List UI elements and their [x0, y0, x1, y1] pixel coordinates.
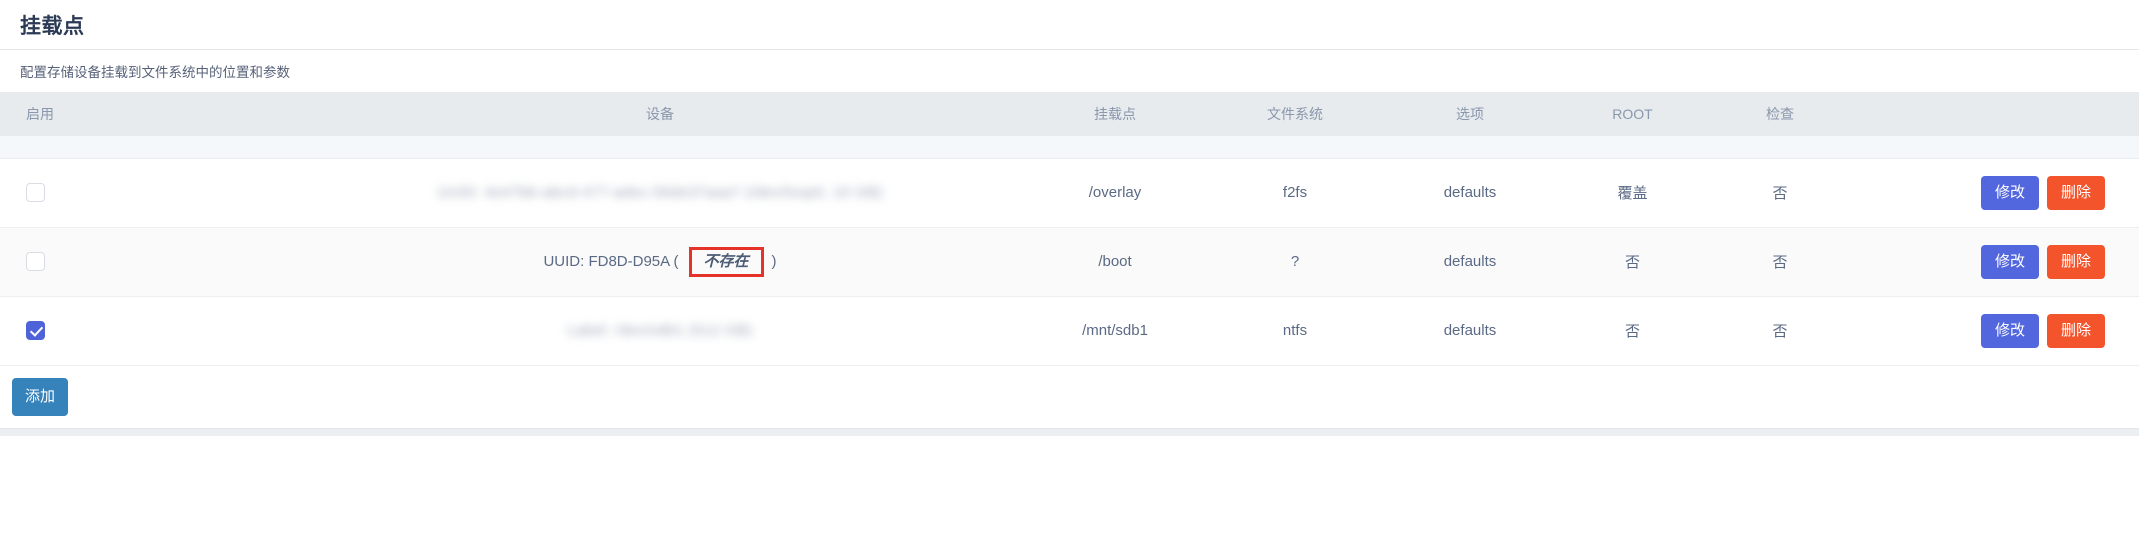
column-header-fs: 文件系统: [1210, 92, 1380, 136]
annotation-box-missing: 不存在: [688, 246, 764, 277]
cell-filesystem: f2fs: [1210, 158, 1380, 228]
table-row: UUID: 4e47bb-abcd-477-adec-56de37aaa7 (/…: [0, 158, 2139, 228]
edit-button[interactable]: 修改: [1981, 244, 2039, 279]
cell-device: Label: /dev/sdb1 (512 GB): [300, 296, 1020, 366]
column-header-options: 选项: [1380, 92, 1560, 136]
device-missing-status: 不存在: [703, 252, 749, 270]
column-header-device: 设备: [300, 92, 1020, 136]
column-header-mount: 挂载点: [1020, 92, 1210, 136]
mount-points-table-wrap: 启用 设备 挂载点 文件系统 选项 ROOT 检查 UUID: 4e47bb-a…: [0, 92, 2139, 366]
table-footer: 添加: [0, 365, 2139, 428]
enable-checkbox[interactable]: [26, 183, 45, 202]
enable-checkbox[interactable]: [26, 321, 45, 340]
cell-check: 否: [1705, 296, 1855, 366]
cell-actions: 修改 删除: [1855, 227, 2139, 297]
cell-mount-point: /boot: [1020, 227, 1210, 297]
device-paren-close: ): [771, 253, 777, 270]
cell-mount-point: /mnt/sdb1: [1020, 296, 1210, 366]
edit-button[interactable]: 修改: [1981, 313, 2039, 348]
cell-root: 否: [1560, 296, 1705, 366]
table-row: UUID: FD8D-D95A (不存在)/boot? defaults 否否修改删…: [0, 227, 2139, 297]
cell-enable: [0, 158, 300, 228]
cell-filesystem: ?: [1210, 227, 1380, 297]
delete-button[interactable]: 删除: [2047, 175, 2105, 210]
delete-button[interactable]: 删除: [2047, 313, 2105, 348]
table-row: Label: /dev/sdb1 (512 GB) /mnt/sdb1 ntfs de…: [0, 296, 2139, 366]
column-header-check: 检查: [1705, 92, 1855, 136]
column-header-enable: 启用: [0, 92, 300, 136]
table-spacer-row: [0, 136, 2139, 159]
enable-checkbox[interactable]: [26, 252, 45, 271]
bottom-strip: [0, 427, 2139, 436]
delete-button[interactable]: 删除: [2047, 244, 2105, 279]
device-name-redacted: Label: /dev/sdb1 (512 GB): [567, 322, 753, 339]
cell-device: UUID: 4e47bb-abcd-477-adec-56de37aaa7 (/…: [300, 158, 1020, 228]
column-header-root: ROOT: [1560, 92, 1705, 136]
cell-actions: 修改 删除: [1855, 296, 2139, 366]
cell-options: defaults: [1380, 296, 1560, 366]
page-title: 挂载点: [20, 14, 85, 38]
cell-actions: 修改 删除: [1855, 158, 2139, 228]
device-name-with-status: UUID: FD8D-D95A ( 不存在): [543, 246, 777, 277]
table-header-row: 启用 设备 挂载点 文件系统 选项 ROOT 检查: [0, 92, 2139, 136]
page-header: 挂载点: [0, 0, 2139, 50]
edit-button[interactable]: 修改: [1981, 175, 2039, 210]
cell-check: 否: [1705, 227, 1855, 297]
mount-points-table: 启用 设备 挂载点 文件系统 选项 ROOT 检查 UUID: 4e47bb-a…: [0, 92, 2139, 366]
cell-options: defaults: [1380, 158, 1560, 228]
page-subtitle: 配置存储设备挂载到文件系统中的位置和参数: [20, 65, 290, 80]
cell-root: 覆盖: [1560, 158, 1705, 228]
add-button[interactable]: 添加: [12, 377, 68, 416]
table-head: 启用 设备 挂载点 文件系统 选项 ROOT 检查: [0, 92, 2139, 136]
cell-enable: [0, 227, 300, 297]
device-uuid-text: UUID: FD8D-D95A (: [543, 253, 679, 270]
device-name-redacted: UUID: 4e47bb-abcd-477-adec-56de37aaa7 (/…: [437, 184, 883, 201]
column-header-actions: [1855, 92, 2139, 136]
table-spacer-cell: [0, 136, 2139, 159]
mount-points-page: 挂载点 配置存储设备挂载到文件系统中的位置和参数 启用 设备 挂载点 文件系统 …: [0, 0, 2139, 548]
cell-device: UUID: FD8D-D95A ( 不存在): [300, 227, 1020, 297]
cell-check: 否: [1705, 158, 1855, 228]
page-subhead: 配置存储设备挂载到文件系统中的位置和参数: [0, 50, 2139, 92]
table-body: UUID: 4e47bb-abcd-477-adec-56de37aaa7 (/…: [0, 136, 2139, 366]
cell-root: 否: [1560, 227, 1705, 297]
cell-enable: [0, 296, 300, 366]
cell-options: defaults: [1380, 227, 1560, 297]
cell-filesystem: ntfs: [1210, 296, 1380, 366]
cell-mount-point: /overlay: [1020, 158, 1210, 228]
